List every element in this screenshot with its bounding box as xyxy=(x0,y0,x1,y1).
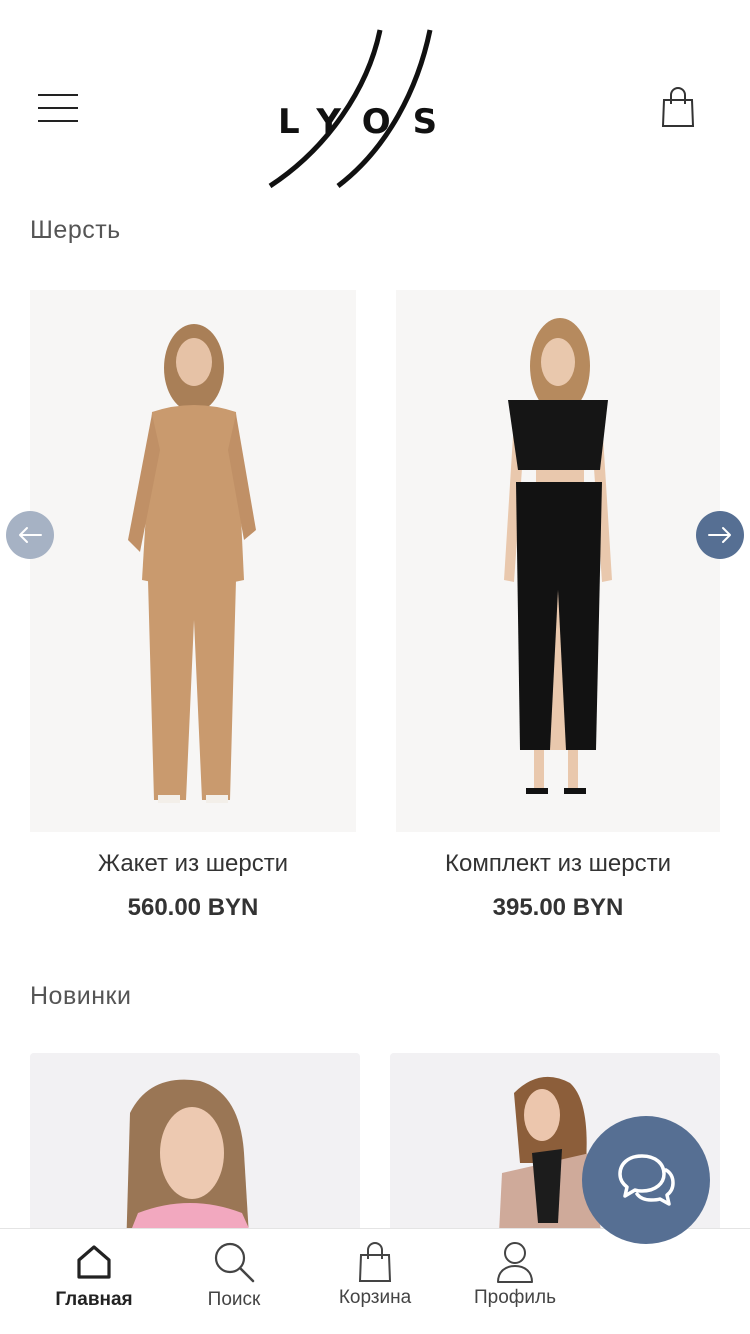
user-icon xyxy=(497,1242,533,1283)
nav-item-cart[interactable]: Корзина xyxy=(320,1242,430,1309)
arrow-left-icon xyxy=(19,527,42,543)
product-image[interactable] xyxy=(396,290,720,832)
nav-label-search: Поиск xyxy=(207,1289,261,1310)
nav-item-home[interactable]: Главная xyxy=(39,1243,149,1311)
shopping-bag-icon xyxy=(358,1242,392,1282)
chat-bubbles-icon xyxy=(618,1154,675,1206)
product-card[interactable] xyxy=(30,1053,360,1253)
product-image[interactable] xyxy=(30,1053,360,1253)
product-carousel: Жакет из шерсти 560.00 BYN Комплект из ш… xyxy=(0,290,750,940)
arrow-right-icon xyxy=(708,527,731,543)
product-image[interactable] xyxy=(30,290,356,832)
nav-item-search[interactable]: Поиск xyxy=(179,1242,289,1311)
hamburger-menu-icon[interactable] xyxy=(38,94,78,122)
nav-label-profile: Профиль xyxy=(473,1287,557,1308)
section-title-new: Новинки xyxy=(30,982,132,1010)
product-price: 395.00 BYN xyxy=(492,894,624,921)
product-name[interactable]: Жакет из шерсти xyxy=(30,850,356,878)
chat-button[interactable] xyxy=(582,1116,710,1244)
logo-text: LYOS xyxy=(278,102,460,142)
bottom-navigation: Главная Поиск Корзина Профиль xyxy=(0,1228,750,1334)
product-price: 560.00 BYN xyxy=(127,894,259,921)
carousel-next-button[interactable] xyxy=(696,511,744,559)
shopping-bag-icon[interactable] xyxy=(660,86,696,128)
search-icon xyxy=(214,1242,255,1283)
product-card[interactable]: Комплект из шерсти 395.00 BYN xyxy=(396,290,720,922)
product-name[interactable]: Комплект из шерсти xyxy=(396,850,720,878)
product-card[interactable]: Жакет из шерсти 560.00 BYN xyxy=(30,290,356,922)
home-icon xyxy=(77,1245,111,1279)
nav-label-home: Главная xyxy=(55,1289,133,1310)
nav-label-cart: Корзина xyxy=(338,1287,412,1308)
section-title-wool: Шерсть xyxy=(30,216,121,244)
header: LYOS xyxy=(0,0,750,200)
brand-logo[interactable]: LYOS xyxy=(268,28,478,189)
nav-item-profile[interactable]: Профиль xyxy=(460,1242,570,1309)
carousel-prev-button[interactable] xyxy=(6,511,54,559)
